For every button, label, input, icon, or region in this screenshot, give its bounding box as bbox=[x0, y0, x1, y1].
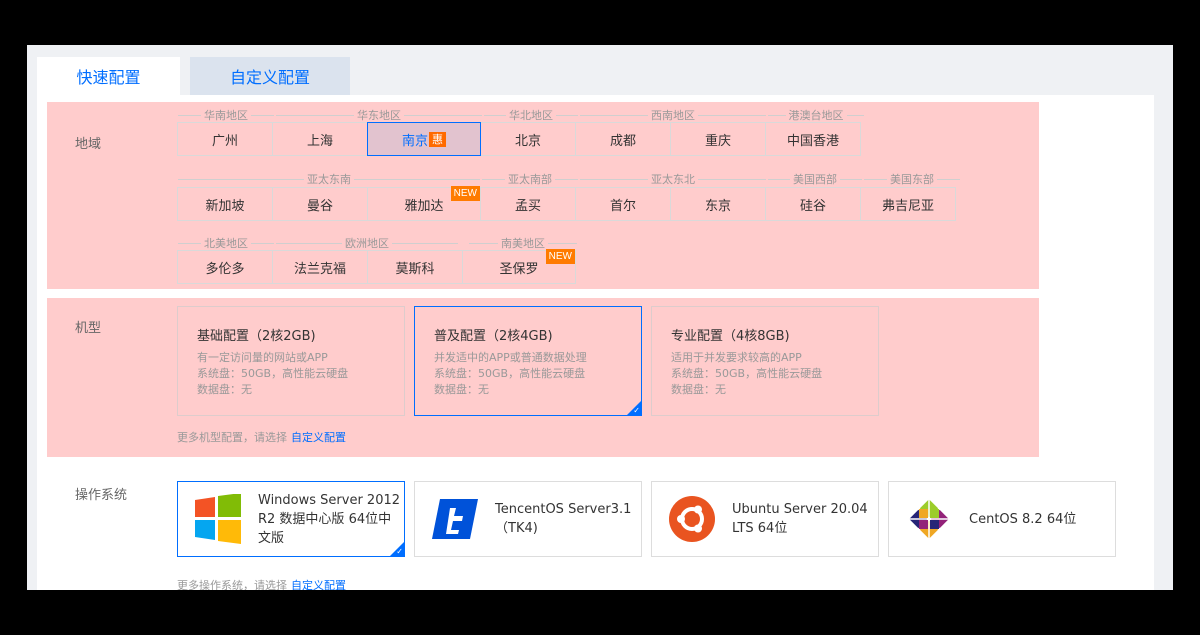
group-label: 北美地区 bbox=[178, 235, 274, 251]
machine-card-pro[interactable]: 专业配置（4核8GB) 适用于并发要求较高的APP 系统盘：50GB，高性能云硬… bbox=[651, 306, 879, 416]
region-button[interactable]: 新加坡 bbox=[177, 187, 273, 221]
os-name: Windows Server 2012 R2 数据中心版 64位中文版 bbox=[258, 492, 401, 546]
group-label: 华南地区 bbox=[178, 107, 274, 123]
tab-custom-config[interactable]: 自定义配置 bbox=[190, 57, 350, 95]
card-title: 专业配置（4核8GB) bbox=[671, 329, 790, 344]
card-title: 普及配置（2核4GB) bbox=[434, 329, 553, 344]
card-desc: 并发适中的APP或普通数据处理 bbox=[434, 351, 587, 364]
os-more: 更多操作系统，请选择 自定义配置 bbox=[177, 579, 346, 590]
machine-card-basic[interactable]: 基础配置（2核2GB) 有一定访问量的网站或APP 系统盘：50GB，高性能云硬… bbox=[177, 306, 405, 416]
ubuntu-icon bbox=[662, 489, 722, 549]
os-card-centos[interactable]: CentOS 8.2 64位 bbox=[888, 481, 1116, 557]
os-label: 操作系统 bbox=[75, 488, 128, 503]
region-button[interactable]: 曼谷 bbox=[272, 187, 368, 221]
card-desc: 适用于并发要求较高的APP bbox=[671, 351, 802, 364]
region-button[interactable]: 首尔 bbox=[575, 187, 671, 221]
card-desc: 有一定访问量的网站或APP bbox=[197, 351, 328, 364]
os-name: TencentOS Server3.1 （TK4) bbox=[495, 502, 632, 536]
region-button[interactable]: 弗吉尼亚 bbox=[860, 187, 956, 221]
custom-config-link[interactable]: 自定义配置 bbox=[291, 431, 346, 444]
region-button[interactable]: 雅加达 NEW bbox=[367, 186, 481, 221]
group-label: 亚太东南 bbox=[178, 171, 480, 187]
region-label: 地域 bbox=[75, 137, 102, 152]
machine-card-standard[interactable]: 普及配置（2核4GB) 并发适中的APP或普通数据处理 系统盘：50GB，高性能… bbox=[414, 306, 642, 416]
centos-icon bbox=[899, 489, 959, 549]
check-icon: ✓ bbox=[633, 406, 640, 415]
group-label: 美国西部 bbox=[768, 171, 862, 187]
region-button[interactable]: 广州 bbox=[177, 122, 273, 156]
region-button[interactable]: 莫斯科 bbox=[367, 250, 463, 284]
group-label: 港澳台地区 bbox=[768, 107, 864, 123]
region-button[interactable]: 多伦多 bbox=[177, 250, 273, 284]
region-button-selected[interactable]: 南京惠 bbox=[367, 122, 481, 156]
region-row-1: 广州 上海 南京惠 北京 成都 重庆 中国香港 bbox=[177, 122, 861, 156]
os-card-ubuntu[interactable]: Ubuntu Server 20.04 LTS 64位 bbox=[651, 481, 879, 557]
discount-badge: 惠 bbox=[429, 131, 446, 147]
group-label: 亚太东北 bbox=[580, 171, 766, 187]
region-button[interactable]: 上海 bbox=[272, 122, 368, 156]
group-label: 西南地区 bbox=[580, 107, 766, 123]
group-label: 华东地区 bbox=[276, 107, 482, 123]
group-label: 华北地区 bbox=[484, 107, 578, 123]
card-data-disk: 数据盘：无 bbox=[434, 383, 489, 396]
region-row-2: 新加坡 曼谷 雅加达 NEW 孟买 首尔 东京 硅谷 弗吉尼亚 bbox=[177, 186, 956, 221]
region-button[interactable]: 中国香港 bbox=[765, 122, 861, 156]
region-button[interactable]: 北京 bbox=[480, 122, 576, 156]
windows-icon bbox=[188, 489, 248, 549]
config-panel-frame: 快速配置 自定义配置 地域 华南地区 华东地区 华北地区 西南地区 港澳台地区 … bbox=[27, 45, 1173, 590]
os-name: Ubuntu Server 20.04 LTS 64位 bbox=[732, 502, 868, 536]
card-system-disk: 系统盘：50GB，高性能云硬盘 bbox=[434, 367, 586, 380]
os-card-windows[interactable]: Windows Server 2012 R2 数据中心版 64位中文版 ✓ bbox=[177, 481, 405, 557]
region-button[interactable]: 成都 bbox=[575, 122, 671, 156]
card-system-disk: 系统盘：50GB，高性能云硬盘 bbox=[671, 367, 823, 380]
custom-config-link[interactable]: 自定义配置 bbox=[291, 579, 346, 590]
os-name: CentOS 8.2 64位 bbox=[969, 511, 1077, 527]
group-label: 欧洲地区 bbox=[276, 235, 458, 251]
card-data-disk: 数据盘：无 bbox=[197, 383, 252, 396]
region-button[interactable]: 重庆 bbox=[670, 122, 766, 156]
card-data-disk: 数据盘：无 bbox=[671, 383, 726, 396]
tencentos-icon bbox=[425, 489, 485, 549]
card-title: 基础配置（2核2GB) bbox=[197, 329, 316, 344]
machine-more: 更多机型配置，请选择 自定义配置 bbox=[177, 431, 346, 444]
region-button[interactable]: 孟买 bbox=[480, 187, 576, 221]
card-system-disk: 系统盘：50GB，高性能云硬盘 bbox=[197, 367, 349, 380]
config-tabs: 快速配置 自定义配置 bbox=[37, 57, 350, 95]
region-button[interactable]: 圣保罗 NEW bbox=[462, 249, 576, 284]
group-label: 亚太南部 bbox=[482, 171, 578, 187]
new-badge: NEW bbox=[545, 249, 575, 264]
region-button[interactable]: 硅谷 bbox=[765, 187, 861, 221]
tab-quick-config[interactable]: 快速配置 bbox=[37, 57, 180, 95]
machine-label: 机型 bbox=[75, 321, 102, 336]
region-button[interactable]: 东京 bbox=[670, 187, 766, 221]
config-content: 地域 华南地区 华东地区 华北地区 西南地区 港澳台地区 广州 上海 南京惠 北… bbox=[37, 95, 1154, 590]
new-badge: NEW bbox=[450, 186, 480, 201]
check-icon: ✓ bbox=[396, 547, 403, 556]
os-card-tencentos[interactable]: TencentOS Server3.1 （TK4) bbox=[414, 481, 642, 557]
region-row-3: 多伦多 法兰克福 莫斯科 圣保罗 NEW bbox=[177, 249, 576, 284]
group-label: 美国东部 bbox=[864, 171, 960, 187]
region-button[interactable]: 法兰克福 bbox=[272, 250, 368, 284]
